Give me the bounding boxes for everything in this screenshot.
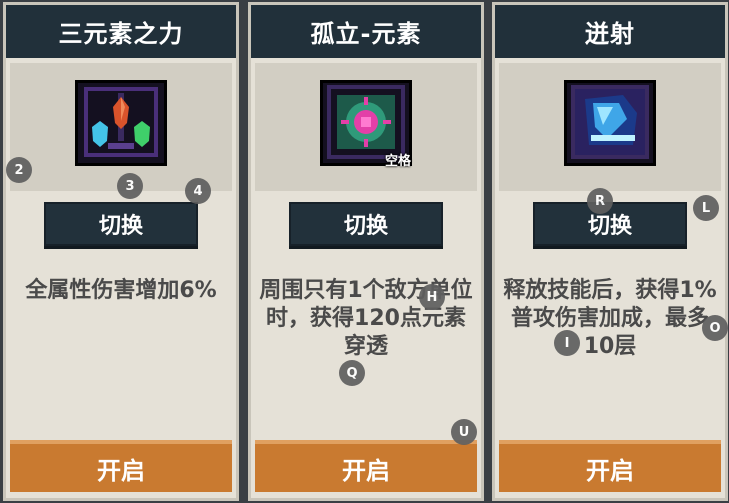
isolation-element-icon: 空格 (320, 80, 412, 169)
icon-panel: 空格 (255, 63, 477, 191)
marker-r: R (587, 188, 613, 214)
marker-i: I (554, 330, 580, 356)
marker-4: 4 (185, 178, 211, 204)
marker-3: 3 (117, 173, 143, 199)
switch-button[interactable]: 切换 (289, 202, 443, 246)
switch-button[interactable]: 切换 (44, 202, 198, 246)
card-title: 三元素之力 (6, 5, 236, 58)
marker-o: O (702, 315, 728, 341)
marker-2: 2 (6, 157, 32, 183)
card-title: 孤立-元素 (251, 5, 481, 58)
talent-card-isolation-element: 孤立-元素 空格 切换 周围只有1个敌方单位时，获得120点元素穿透 开启 (248, 2, 484, 501)
tri-element-crystal-icon (75, 80, 167, 166)
talent-description: 释放技能后，获得1%普攻伤害加成，最多10层 (503, 278, 717, 359)
open-button[interactable]: 开启 (255, 440, 477, 492)
key-hint-space: 空格 (384, 154, 411, 169)
marker-u: U (451, 419, 477, 445)
open-button[interactable]: 开启 (10, 440, 232, 492)
open-button[interactable]: 开启 (499, 440, 721, 492)
burst-ice-icon (564, 80, 656, 166)
talent-card-burst: 迸射 切换 释放技能后，获得1%普攻伤害加成，最多10层 开启 (492, 2, 728, 501)
marker-h: H (419, 284, 445, 310)
talent-card-tri-element: 三元素之力 切换 全属性伤害增加6% 开启 (3, 2, 239, 501)
marker-l: L (693, 195, 719, 221)
card-title: 迸射 (495, 5, 725, 58)
icon-panel (10, 63, 232, 191)
icon-panel (499, 63, 721, 191)
talent-description: 全属性伤害增加6% (25, 278, 217, 303)
marker-q: Q (339, 360, 365, 386)
